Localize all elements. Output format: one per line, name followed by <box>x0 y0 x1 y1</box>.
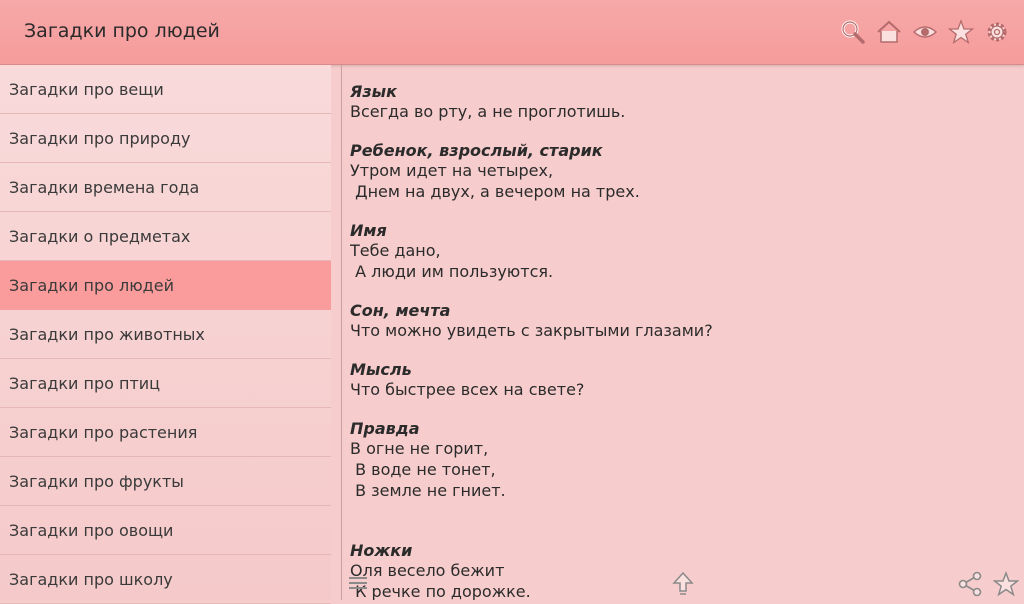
riddle-line: Что можно увидеть с закрытыми глазами? <box>350 321 713 340</box>
riddle-line: Утром идет на четырех, <box>350 161 554 180</box>
page-title: Загадки про людей <box>24 20 220 42</box>
riddle-item: Мысль Что быстрее всех на свете? <box>350 360 1010 400</box>
sidebar-item-seasons[interactable]: Загадки времена года <box>0 163 331 212</box>
riddle-line: Всегда во рту, а не проглотишь. <box>350 102 626 121</box>
riddle-answer: Мысль <box>350 360 412 379</box>
eye-icon <box>912 26 938 38</box>
sidebar-item-fruits[interactable]: Загадки про фрукты <box>0 457 331 506</box>
menu-icon <box>349 577 367 589</box>
pane-divider <box>341 65 342 600</box>
search-icon <box>841 20 865 44</box>
view-button[interactable] <box>910 17 940 47</box>
sidebar-item-objects[interactable]: Загадки о предметах <box>0 212 331 261</box>
share-icon <box>958 571 982 597</box>
riddle-line: Что быстрее всех на свете? <box>350 380 585 399</box>
riddle-item: Правда В огне не горит, В воде не тонет,… <box>350 419 1010 501</box>
menu-button[interactable] <box>346 572 370 594</box>
riddle-item: Имя Тебе дано, А люди им пользуются. <box>350 221 1010 282</box>
riddle-line: А люди им пользуются. <box>350 262 554 281</box>
share-button[interactable] <box>956 570 984 598</box>
favorite-button[interactable] <box>946 17 976 47</box>
category-list: Загадки про вещи Загадки про природу Заг… <box>0 65 331 604</box>
riddle-line: Днем на двух, а вечером на трех. <box>350 182 640 201</box>
sidebar-item-vegetables[interactable]: Загадки про овощи <box>0 506 331 555</box>
riddle-content: Язык Всегда во рту, а не проглотишь. Реб… <box>350 82 1010 600</box>
riddle-item: Язык Всегда во рту, а не проглотишь. <box>350 82 1010 122</box>
bottom-toolbar <box>342 566 1024 600</box>
home-icon <box>877 20 901 43</box>
riddle-answer: Ножки <box>350 541 413 560</box>
sidebar-item-nature[interactable]: Загадки про природу <box>0 114 331 163</box>
riddle-answer: Имя <box>350 221 387 240</box>
search-button[interactable] <box>838 17 868 47</box>
sidebar-item-birds[interactable]: Загадки про птиц <box>0 359 331 408</box>
riddle-line: В огне не горит, <box>350 439 489 458</box>
home-button[interactable] <box>874 17 904 47</box>
riddle-item: Ребенок, взрослый, старик Утром идет на … <box>350 141 1010 202</box>
sidebar-item-school[interactable]: Загадки про школу <box>0 555 331 604</box>
riddle-answer: Ребенок, взрослый, старик <box>350 141 603 160</box>
riddle-line: В воде не тонет, <box>350 460 496 479</box>
riddle-answer: Язык <box>350 82 397 101</box>
star-icon <box>993 571 1019 597</box>
toolbar <box>838 17 1012 47</box>
sidebar-item-things[interactable]: Загадки про вещи <box>0 65 331 114</box>
star-icon <box>948 19 974 45</box>
riddle-line: В земле не гниет. <box>350 481 506 500</box>
scroll-top-button[interactable] <box>670 570 696 598</box>
riddle-line: Тебе дано, <box>350 241 441 260</box>
action-bar: Загадки про людей <box>0 0 1024 65</box>
settings-button[interactable] <box>982 17 1012 47</box>
riddle-item: Сон, мечта Что можно увидеть с закрытыми… <box>350 301 1010 341</box>
sidebar-item-people[interactable]: Загадки про людей <box>0 261 331 310</box>
riddle-answer: Сон, мечта <box>350 301 451 320</box>
riddle-answer: Правда <box>350 419 420 438</box>
sidebar-item-animals[interactable]: Загадки про животных <box>0 310 331 359</box>
bookmark-button[interactable] <box>992 570 1020 598</box>
gear-icon <box>987 22 1007 42</box>
sidebar-item-plants[interactable]: Загадки про растения <box>0 408 331 457</box>
arrow-up-icon <box>672 571 694 595</box>
